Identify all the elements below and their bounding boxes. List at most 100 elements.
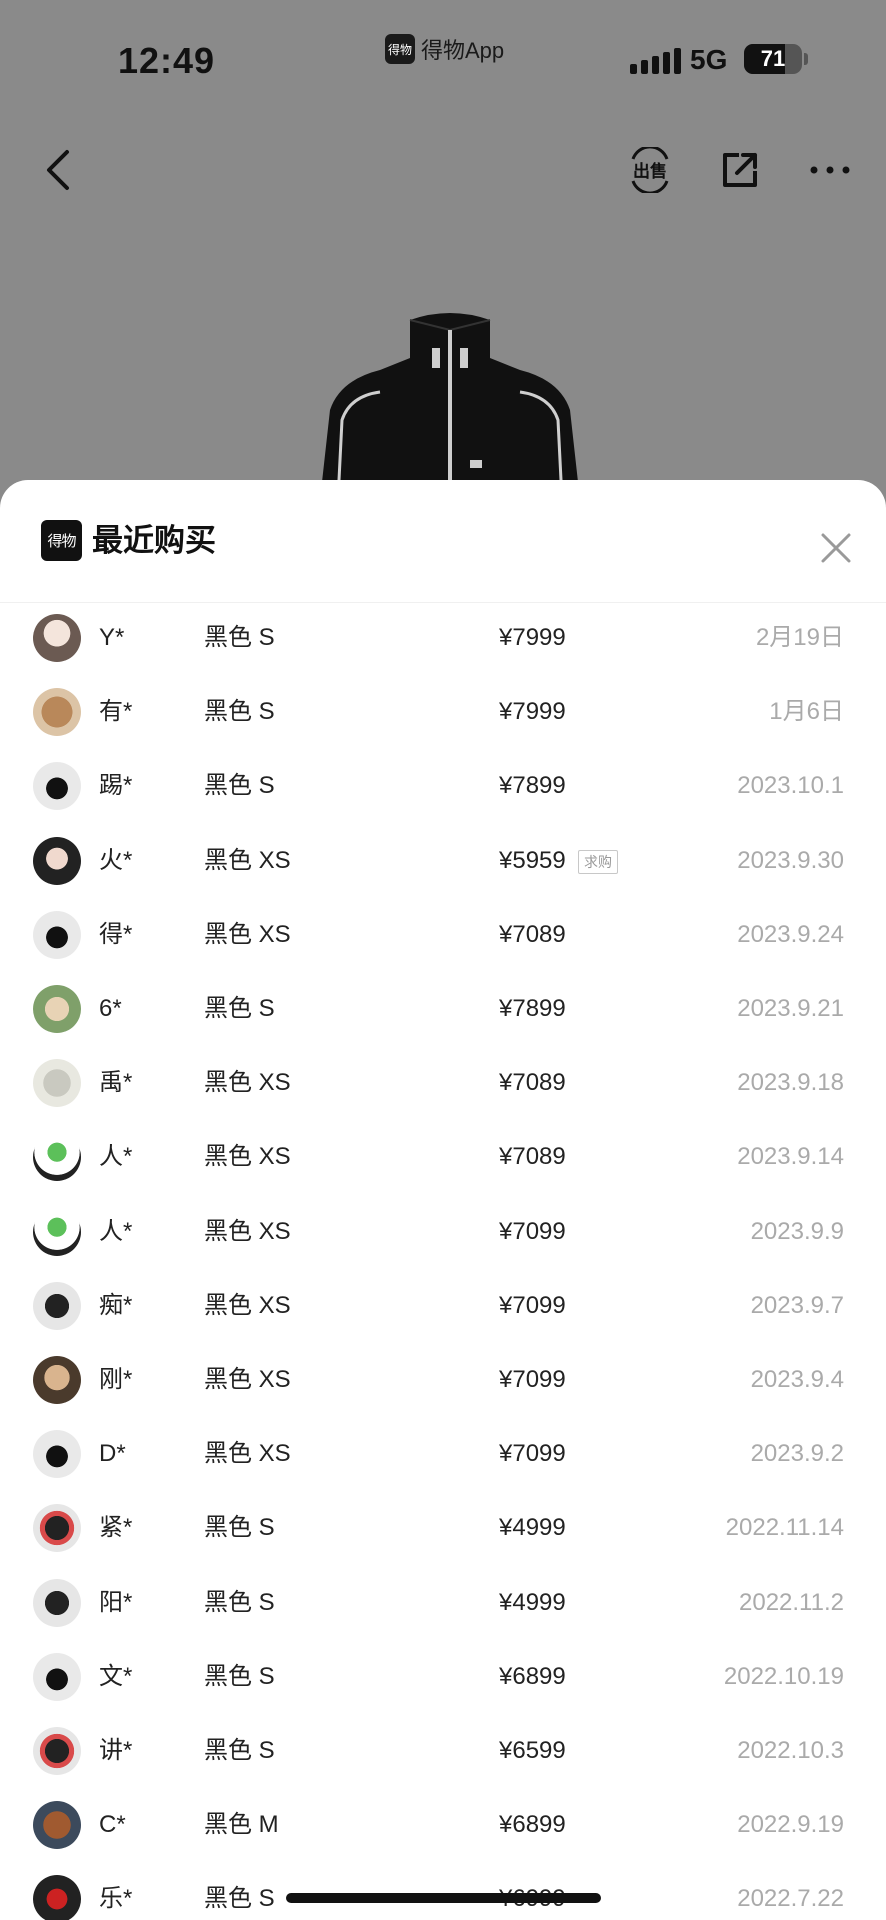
nav-bar: 出售 [0, 130, 886, 210]
item-price: ¥6599 [499, 1737, 566, 1764]
purchase-date: 2023.9.18 [737, 1069, 844, 1097]
battery-level: 71 [760, 46, 786, 71]
back-arrow-icon[interactable] [28, 140, 88, 200]
item-spec: 黑色 S [204, 1662, 275, 1690]
home-indicator[interactable] [286, 1893, 601, 1903]
purchase-row: C* 黑色 M ¥6899 2022.9.19 [0, 1789, 886, 1863]
item-spec: 黑色 S [204, 1514, 275, 1542]
item-spec: 黑色 S [204, 624, 275, 651]
buyer-name: Y* [99, 624, 125, 651]
purchase-date: 2022.7.22 [737, 1885, 844, 1913]
item-price: ¥7899 [499, 995, 566, 1022]
purchase-date: 1月6日 [769, 698, 844, 726]
purchase-date: 2022.10.3 [737, 1737, 844, 1764]
purchase-date: 2022.9.19 [737, 1811, 844, 1839]
more-icon[interactable] [800, 140, 860, 200]
avatar [33, 762, 81, 811]
purchase-row: 阳* 黑色 S ¥4999 2022.11.2 [0, 1567, 886, 1641]
purchase-row: 乐*黑色 S¥69992022.7.22 [0, 1863, 886, 1920]
purchase-row: 6* 黑色 S ¥7899 2023.9.21 [0, 973, 886, 1047]
avatar [33, 1652, 81, 1701]
purchase-date: 2023.9.30 [737, 846, 844, 874]
purchase-row: 紧* 黑色 S ¥4999 2022.11.14 [0, 1492, 886, 1566]
item-price: ¥7089 [499, 1143, 566, 1171]
buyer-name: 火* [99, 846, 133, 874]
item-price: ¥6899 [499, 1811, 566, 1839]
purchase-date: 2023.9.21 [737, 995, 844, 1022]
purchase-row: 得* 黑色 XS ¥7089 2023.9.24 [0, 899, 886, 973]
avatar [33, 836, 81, 885]
close-icon[interactable] [812, 524, 860, 572]
avatar [33, 1059, 81, 1108]
purchase-date: 2022.10.19 [723, 1662, 844, 1690]
purchase-row: 刚* 黑色 XS ¥7099 2023.9.4 [0, 1344, 886, 1418]
buyer-name: 阳* [99, 1588, 133, 1616]
item-price: ¥4999 [499, 1514, 566, 1542]
purchase-date: 2023.9.24 [737, 920, 844, 948]
sheet-header: 得物 最近购买 [0, 480, 886, 603]
product-image [270, 300, 630, 501]
item-spec: 黑色 XS [204, 1366, 291, 1393]
avatar [33, 1281, 81, 1330]
avatar [33, 1430, 81, 1479]
buyer-name: 人* [99, 1217, 133, 1245]
purchase-row: 禹* 黑色 XS ¥7089 2023.9.18 [0, 1047, 886, 1121]
item-price: ¥7089 [499, 1069, 566, 1097]
request-badge: 求购 [578, 849, 618, 874]
item-spec: 黑色 S [204, 995, 275, 1022]
item-spec: 黑色 XS [204, 1069, 291, 1097]
buyer-name: 有* [99, 698, 133, 726]
purchase-row: 火* 黑色 XS ¥5959 求购 2023.9.30 [0, 825, 886, 899]
buyer-name: 6* [99, 995, 122, 1022]
item-spec: 黑色 S [204, 1885, 275, 1913]
avatar [33, 1356, 81, 1404]
item-price: ¥4999 [499, 1588, 566, 1616]
buyer-name: 刚* [99, 1366, 133, 1393]
item-price: ¥7099 [499, 1291, 566, 1319]
item-price: ¥7099 [499, 1440, 566, 1468]
purchase-row: 人* 黑色 XS ¥7089 2023.9.14 [0, 1121, 886, 1195]
item-spec: 黑色 XS [204, 920, 291, 948]
item-price: ¥7099 [499, 1217, 566, 1245]
app-name: 得物App [421, 38, 505, 63]
avatar [33, 1727, 81, 1775]
item-spec: 黑色 S [204, 698, 275, 726]
buyer-name: 乐* [99, 1885, 133, 1913]
share-icon[interactable] [710, 140, 770, 200]
item-price: ¥6899 [499, 1662, 566, 1690]
item-spec: 黑色 M [204, 1811, 279, 1839]
item-spec: 黑色 XS [204, 1217, 291, 1245]
item-price: ¥7899 [499, 772, 566, 800]
item-spec: 黑色 S [204, 772, 275, 800]
purchase-date: 2023.10.1 [737, 772, 844, 800]
purchase-row: Y* 黑色 S ¥7999 2月19日 [0, 602, 886, 676]
dewu-logo-icon: 得物 [41, 520, 82, 561]
avatar [33, 1133, 81, 1182]
item-price: ¥7999 [499, 624, 566, 651]
battery-icon: 71 [744, 44, 802, 74]
sell-icon[interactable]: 出售 [620, 140, 680, 200]
signal-icon [630, 48, 681, 74]
avatar [33, 910, 81, 959]
item-price: ¥7089 [499, 920, 566, 948]
purchase-row: D* 黑色 XS ¥7099 2023.9.2 [0, 1418, 886, 1492]
purchase-date: 2022.11.14 [725, 1514, 844, 1542]
item-spec: 黑色 S [204, 1737, 275, 1764]
battery-nub [804, 53, 808, 65]
purchase-date: 2月19日 [755, 624, 844, 651]
purchase-row: 痴* 黑色 XS ¥7099 2023.9.7 [0, 1270, 886, 1344]
recent-purchases-sheet: 得物 最近购买 Y* 黑色 S ¥7999 2月19日 有* 黑色 S ¥7999 1月6日踢… [0, 480, 886, 1920]
avatar [33, 1875, 81, 1920]
buyer-name: 痴* [99, 1291, 133, 1319]
purchase-row: 讲* 黑色 S ¥6599 2022.10.3 [0, 1715, 886, 1789]
avatar [33, 688, 81, 737]
item-price: ¥7099 [499, 1366, 566, 1393]
buyer-name: C* [99, 1811, 126, 1839]
avatar [33, 985, 81, 1033]
network-type: 5G [690, 44, 728, 75]
item-spec: 黑色 XS [204, 1440, 291, 1468]
buyer-name: 禹* [99, 1069, 133, 1097]
item-spec: 黑色 XS [204, 846, 291, 874]
purchase-row: 有* 黑色 S ¥7999 1月6日 [0, 676, 886, 750]
avatar [33, 614, 81, 662]
